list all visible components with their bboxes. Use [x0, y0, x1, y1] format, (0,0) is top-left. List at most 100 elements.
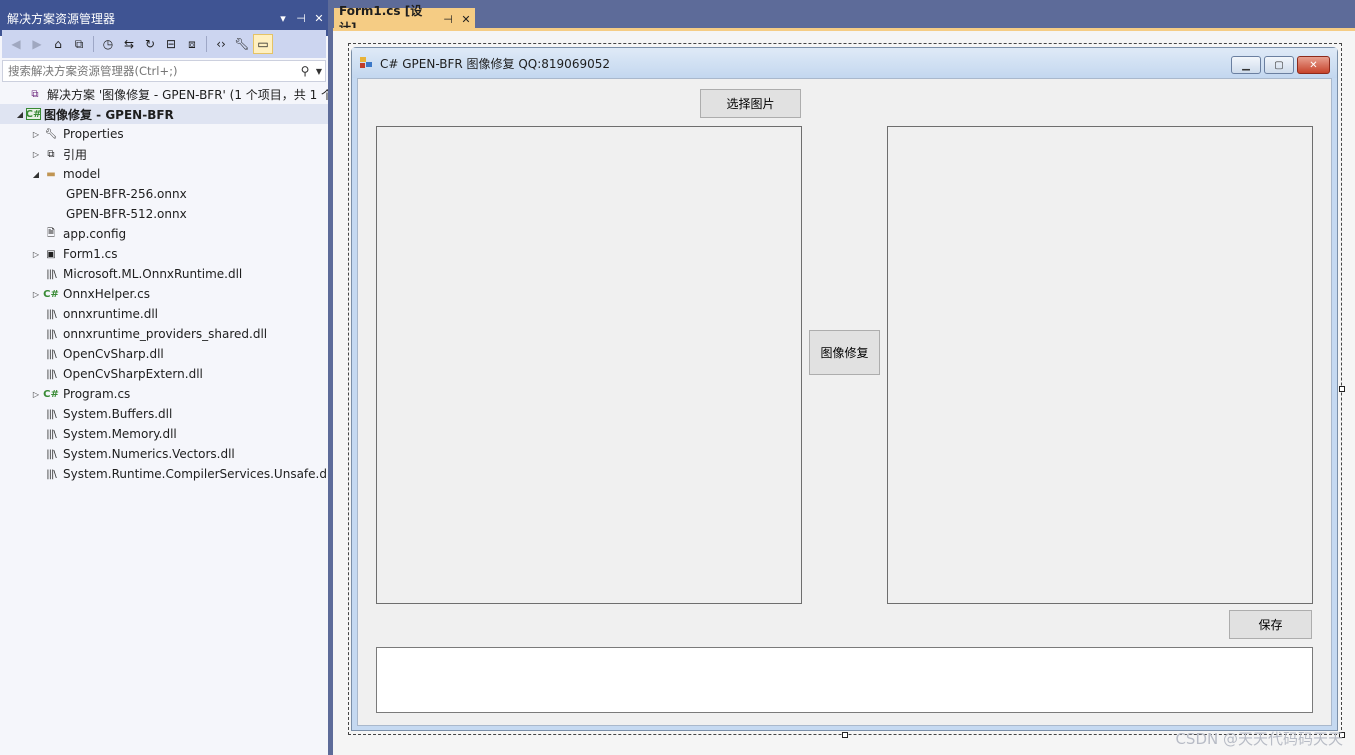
library-icon: |||\ — [46, 468, 56, 480]
save-button[interactable]: 保存 — [1229, 610, 1312, 639]
refresh-icon[interactable]: ↻ — [140, 34, 160, 54]
expand-arrow-icon[interactable]: ▷ — [30, 390, 42, 399]
tree-item-label: OpenCvSharp.dll — [63, 347, 164, 361]
pin-tab-icon[interactable]: ⊣ — [439, 13, 457, 26]
input-picture-box[interactable] — [376, 126, 802, 604]
library-icon: |||\ — [46, 268, 56, 280]
expand-arrow-icon[interactable]: ◢ — [14, 110, 26, 119]
select-image-button[interactable]: 选择图片 — [700, 89, 801, 118]
close-icon: ✕ — [1309, 59, 1318, 71]
search-input[interactable] — [3, 61, 297, 81]
minimize-icon: ▁ — [1242, 59, 1250, 71]
tree-item[interactable]: ◢ C# 图像修复 - GPEN-BFR — [0, 104, 328, 124]
resize-handle-bottom[interactable] — [842, 732, 848, 738]
preview-selected-items-icon[interactable]: ▭ — [253, 34, 273, 54]
tree-item[interactable]: |||\ OpenCvSharp.dll — [0, 344, 328, 364]
search-icon[interactable]: ⚲ — [297, 64, 313, 78]
tree-item-label: app.config — [63, 227, 127, 241]
tree-item-label: GPEN-BFR-512.onnx — [66, 207, 187, 221]
tree-item[interactable]: GPEN-BFR-256.onnx — [0, 184, 328, 204]
wrench-icon: 🔧︎ — [44, 128, 58, 140]
output-textbox[interactable] — [376, 647, 1313, 713]
expand-arrow-icon[interactable]: ▷ — [30, 130, 42, 139]
minimize-button[interactable]: ▁ — [1231, 56, 1261, 74]
repair-image-button[interactable]: 图像修复 — [809, 330, 880, 375]
expand-arrow-icon[interactable]: ▷ — [30, 250, 42, 259]
tree-item-label: onnxruntime.dll — [63, 307, 159, 321]
tree-item-label: System.Buffers.dll — [63, 407, 173, 421]
tree-item-label: Properties — [63, 127, 124, 141]
tree-item-label: System.Runtime.CompilerServices.Unsafe.d… — [63, 467, 328, 481]
search-options-dropdown-icon[interactable]: ▼ — [313, 67, 325, 76]
toolbar-separator — [93, 36, 94, 52]
solution-tree: ⧉ 解决方案 '图像修复 - GPEN-BFR' (1 个项目，共 1 个) ◢ C#… — [0, 84, 328, 484]
tree-item[interactable]: |||\ OpenCvSharpExtern.dll — [0, 364, 328, 384]
library-icon: |||\ — [46, 368, 56, 380]
resize-handle-right[interactable] — [1339, 386, 1345, 392]
back-icon[interactable]: ◀ — [6, 34, 26, 54]
csharp-file-icon: C# — [43, 388, 59, 400]
tree-item[interactable]: |||\ onnxruntime_providers_shared.dll — [0, 324, 328, 344]
output-picture-box[interactable] — [887, 126, 1313, 604]
collapse-all-icon[interactable]: ⊟ — [161, 34, 181, 54]
tree-item-label: 引用 — [63, 147, 88, 162]
tree-item[interactable]: |||\ System.Numerics.Vectors.dll — [0, 444, 328, 464]
view-code-icon[interactable]: ‹› — [211, 34, 231, 54]
form-window[interactable]: C# GPEN-BFR 图像修复 QQ:819069052 ▁ ▢ ✕ 选择图片… — [351, 47, 1338, 731]
tree-item[interactable]: |||\ Microsoft.ML.OnnxRuntime.dll — [0, 264, 328, 284]
watermark: CSDN @天天代码码天天 — [1175, 730, 1343, 748]
tree-item-label: Microsoft.ML.OnnxRuntime.dll — [63, 267, 243, 281]
solution-explorer-panel: 解决方案资源管理器 ▾ ⊣ ✕ ◀ ▶ ⌂ ⧉ ◷ ⇆ ↻ ⊟ ⧈ ‹› 🔧︎ … — [0, 0, 328, 755]
tree-item[interactable]: |||\ System.Memory.dll — [0, 424, 328, 444]
tree-item[interactable]: ▷ 🔧︎ Properties — [0, 124, 328, 144]
solution-explorer-toolbar: ◀ ▶ ⌂ ⧉ ◷ ⇆ ↻ ⊟ ⧈ ‹› 🔧︎ ▭ — [2, 30, 326, 58]
properties-wrench-icon[interactable]: 🔧︎ — [232, 34, 252, 54]
solution-icon: ⧉ — [31, 88, 39, 100]
close-window-button[interactable]: ✕ — [1297, 56, 1330, 74]
library-icon: |||\ — [46, 408, 56, 420]
config-file-icon: 🗎︎ — [46, 227, 56, 239]
form-title-bar: C# GPEN-BFR 图像修复 QQ:819069052 — [352, 48, 1337, 78]
tree-item[interactable]: ▷ ▣ Form1.cs — [0, 244, 328, 264]
library-icon: |||\ — [46, 328, 56, 340]
tree-item-label: 图像修复 - GPEN-BFR — [44, 107, 174, 122]
form-icon: ▣ — [46, 248, 56, 260]
tree-item-label: Program.cs — [63, 387, 131, 401]
pin-icon[interactable]: ⊣ — [292, 12, 310, 25]
tree-item[interactable]: ▷ C# OnnxHelper.cs — [0, 284, 328, 304]
tree-item-label: System.Numerics.Vectors.dll — [63, 447, 235, 461]
csharp-file-icon: C# — [43, 288, 59, 300]
tree-item[interactable]: |||\ System.Buffers.dll — [0, 404, 328, 424]
tab-form1-designer[interactable]: Form1.cs [设计] ⊣ ✕ — [334, 4, 475, 35]
maximize-button[interactable]: ▢ — [1264, 56, 1294, 74]
pending-changes-icon[interactable]: ◷ — [98, 34, 118, 54]
tree-item[interactable]: ⧉ 解决方案 '图像修复 - GPEN-BFR' (1 个项目，共 1 个) — [0, 84, 328, 104]
tree-item[interactable]: ◢ ▬ model — [0, 164, 328, 184]
forward-icon[interactable]: ▶ — [27, 34, 47, 54]
close-icon[interactable]: ✕ — [310, 12, 328, 25]
expand-arrow-icon[interactable]: ◢ — [30, 170, 42, 179]
library-icon: |||\ — [46, 308, 56, 320]
sync-icon[interactable]: ⇆ — [119, 34, 139, 54]
expand-arrow-icon[interactable]: ▷ — [30, 150, 42, 159]
show-all-files-icon[interactable]: ⧈ — [182, 34, 202, 54]
tree-item[interactable]: GPEN-BFR-512.onnx — [0, 204, 328, 224]
tree-item-label: GPEN-BFR-256.onnx — [66, 187, 187, 201]
tree-item[interactable]: |||\ onnxruntime.dll — [0, 304, 328, 324]
maximize-icon: ▢ — [1274, 59, 1284, 71]
dropdown-icon[interactable]: ▾ — [274, 12, 292, 25]
library-icon: |||\ — [46, 348, 56, 360]
close-tab-icon[interactable]: ✕ — [457, 13, 475, 26]
tree-item[interactable]: ▷ C# Program.cs — [0, 384, 328, 404]
switch-views-icon[interactable]: ⧉ — [69, 34, 89, 54]
toolbar-separator — [206, 36, 207, 52]
tree-item[interactable]: ▷ ⧉ 引用 — [0, 144, 328, 164]
solution-explorer-title: 解决方案资源管理器 — [7, 11, 116, 26]
tree-item[interactable]: 🗎︎ app.config — [0, 224, 328, 244]
tree-item[interactable]: |||\ System.Runtime.CompilerServices.Unsa… — [0, 464, 328, 484]
expand-arrow-icon[interactable]: ▷ — [30, 290, 42, 299]
solution-explorer-search: ⚲ ▼ — [2, 60, 326, 82]
home-icon[interactable]: ⌂ — [48, 34, 68, 54]
tree-item-label: 解决方案 '图像修复 - GPEN-BFR' (1 个项目，共 1 个) — [47, 87, 328, 102]
tree-item-label: OpenCvSharpExtern.dll — [63, 367, 203, 381]
